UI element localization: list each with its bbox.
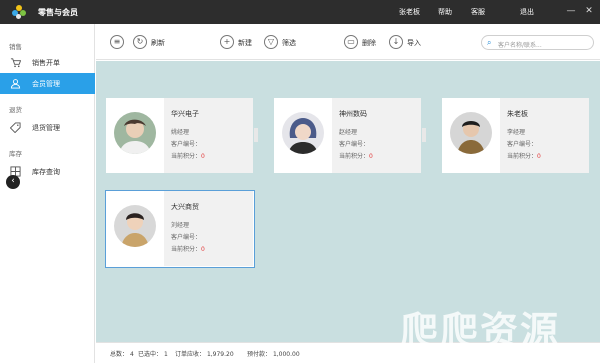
member-manager: 李经理 [507,129,526,136]
search-icon: ⌕ [487,38,492,47]
filter-icon[interactable]: ▽ [264,35,278,49]
member-points-label: 当前积分： [171,246,202,253]
minimize-button[interactable]: — [565,5,577,17]
import-icon[interactable]: ↓ [389,35,403,49]
card-info: 神州数码 赵经理 客户编号： 当前积分：0 [332,98,421,173]
app-logo-icon [12,5,26,19]
member-name: 华兴电子 [171,110,199,118]
toolbar: ≡ ↻ 刷新 + 新建 ▽ 筛选 ▭ 删除 ↓ 导入 ⌕ 客户名称/联系... [96,24,600,60]
collapse-sidebar-button[interactable]: ‹ [6,175,20,189]
member-manager: 姚经理 [171,129,190,136]
search-placeholder: 客户名称/联系... [498,41,542,49]
watermark: 爬爬资源 [400,308,561,353]
member-code-label: 客户编号： [507,141,538,148]
tag-icon [10,122,21,133]
card-info: 大兴商贸 刘经理 客户编号： 当前积分：0 [164,191,253,266]
avatar [450,112,492,154]
card-image-area [106,191,164,266]
member-code-label: 客户编号： [339,141,370,148]
member-name: 大兴商贸 [171,203,199,211]
member-name: 神州数码 [339,110,367,118]
trash-icon[interactable]: ▭ [344,35,358,49]
sidebar-item-member-management[interactable]: 会员管理 [0,73,95,94]
member-card-selected[interactable]: 大兴商贸 刘经理 客户编号： 当前积分：0 [105,190,255,268]
member-points: 0 [369,153,373,160]
card-divider [254,128,258,142]
sidebar-item-label: 库存查询 [32,168,60,176]
sidebar-item-label: 退货管理 [32,124,60,132]
sidebar-item-label: 会员管理 [32,80,60,88]
member-name: 朱老板 [507,110,528,118]
sidebar-section-sales: 销售 [9,43,22,51]
member-points-label: 当前积分： [171,153,202,160]
member-card[interactable]: 朱老板 李经理 客户编号： 当前积分：0 [442,98,589,173]
logout-menu[interactable]: 退出 [520,7,534,17]
avatar [114,112,156,154]
sidebar-item-label: 销售开单 [32,59,60,67]
member-card[interactable]: 神州数码 赵经理 客户编号： 当前积分：0 [274,98,421,173]
member-code-label: 客户编号： [171,234,202,241]
service-menu[interactable]: 客服 [471,7,485,17]
member-points-label: 当前积分： [507,153,538,160]
add-icon[interactable]: + [220,35,234,49]
refresh-button[interactable]: 刷新 [151,38,165,48]
card-image-area [442,98,500,173]
user-icon [10,79,21,89]
selected-count: 已选中： 1 [138,351,168,358]
member-manager: 刘经理 [171,222,190,229]
menu-icon[interactable]: ≡ [110,35,124,49]
member-points-label: 当前积分： [339,153,370,160]
app-title: 零售与会员 [38,8,78,17]
delete-button[interactable]: 删除 [362,38,376,48]
search-input[interactable]: ⌕ 客户名称/联系... [481,35,594,50]
refresh-icon[interactable]: ↻ [133,35,147,49]
total-count: 总数： 4 [110,351,134,358]
title-bar: 零售与会员 张老板 帮助 客服 退出 — ✕ [0,0,600,24]
card-divider [422,128,426,142]
member-manager: 赵经理 [339,129,358,136]
card-info: 朱老板 李经理 客户编号： 当前积分：0 [500,98,589,173]
order-receivable: 订单应收： 1,979.20 [175,351,234,358]
avatar [114,205,156,247]
member-points: 0 [537,153,541,160]
sidebar-section-returns: 退货 [9,106,22,114]
import-button[interactable]: 导入 [407,38,421,48]
new-button[interactable]: 新建 [238,38,252,48]
cart-icon [10,58,21,68]
prepaid-amount: 预付款： 1,000.00 [247,351,300,358]
card-image-area [106,98,164,173]
card-info: 华兴电子 姚经理 客户编号： 当前积分：0 [164,98,253,173]
user-menu[interactable]: 张老板 [399,7,420,17]
filter-button[interactable]: 筛选 [282,38,296,48]
help-menu[interactable]: 帮助 [438,7,452,17]
sidebar-item-sales-order[interactable]: 销售开单 [0,52,95,73]
close-button[interactable]: ✕ [583,5,595,17]
card-image-area [274,98,332,173]
member-points: 0 [201,246,205,253]
sidebar-item-return-management[interactable]: 退货管理 [0,117,95,138]
member-points: 0 [201,153,205,160]
avatar [282,112,324,154]
sidebar: 销售 销售开单 会员管理 退货 退货管理 库存 库存查询 [0,24,95,363]
sidebar-section-inventory: 库存 [9,150,22,158]
member-code-label: 客户编号： [171,141,202,148]
member-card[interactable]: 华兴电子 姚经理 客户编号： 当前积分：0 [106,98,253,173]
